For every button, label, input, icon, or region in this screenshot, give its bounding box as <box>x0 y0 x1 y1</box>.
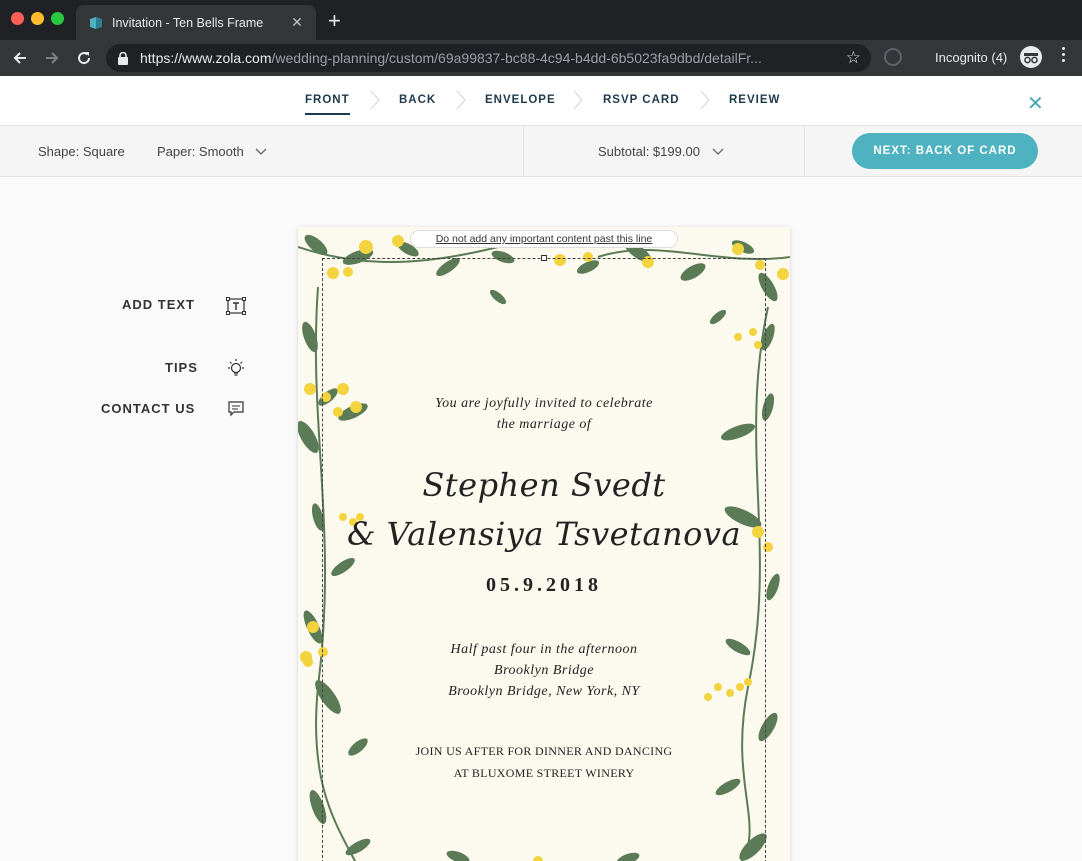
divider <box>804 126 805 177</box>
chevron-right-icon <box>456 90 466 110</box>
incognito-icon[interactable] <box>1020 46 1042 68</box>
divider <box>523 126 524 177</box>
zola-favicon-icon <box>88 15 104 31</box>
lightbulb-icon[interactable] <box>226 358 246 383</box>
next-back-of-card-button[interactable]: NEXT: BACK OF CARD <box>852 133 1038 169</box>
tips-label: TIPS <box>165 360 198 375</box>
invite-text-block[interactable]: You are joyfully invited to celebrate th… <box>298 393 790 435</box>
options-bar: Shape: Square Paper: Smooth Subtotal: $1… <box>0 126 1082 177</box>
reception-line-2: AT BLUXOME STREET WINERY <box>453 766 635 780</box>
step-envelope[interactable]: ENVELOPE <box>485 94 556 106</box>
shape-option[interactable]: Shape: Square <box>38 144 125 159</box>
step-back[interactable]: BACK <box>399 94 436 106</box>
forward-arrow-icon[interactable] <box>41 47 63 69</box>
step-review[interactable]: REVIEW <box>729 94 780 106</box>
step-navigation: FRONT BACK ENVELOPE RSVP CARD REVIEW ✕ <box>0 76 1082 126</box>
invite-line-1: You are joyfully invited to celebrate <box>435 396 653 411</box>
couple-name-1[interactable]: Stephen Svedt <box>298 466 790 504</box>
contact-us-label: CONTACT US <box>101 401 196 416</box>
couple-name-2[interactable]: & Valensiya Tsvetanova <box>298 515 790 553</box>
invite-line-2: the marriage of <box>496 417 592 432</box>
minimize-window-button[interactable] <box>31 12 44 25</box>
subtotal-dropdown[interactable]: Subtotal: $199.00 <box>598 144 724 159</box>
chat-icon[interactable] <box>227 400 245 423</box>
add-text-label: ADD TEXT <box>122 297 195 312</box>
tips-tool[interactable]: TIPS <box>165 360 198 375</box>
guide-handle[interactable] <box>541 255 547 261</box>
add-text-icon[interactable] <box>226 297 246 320</box>
chevron-down-icon <box>712 148 724 155</box>
reception-line-1: JOIN US AFTER FOR DINNER AND DANCING <box>415 744 673 758</box>
paper-dropdown[interactable]: Paper: Smooth <box>157 144 267 159</box>
incognito-label[interactable]: Incognito (4) <box>935 50 1007 65</box>
tab-close-icon[interactable]: ✕ <box>288 14 306 31</box>
paper-option-label: Paper: Smooth <box>157 144 244 159</box>
chevron-down-icon <box>255 148 267 155</box>
details-text-block[interactable]: Half past four in the afternoon Brooklyn… <box>298 639 790 702</box>
contact-us-tool[interactable]: CONTACT US <box>101 401 195 416</box>
new-tab-button[interactable]: + <box>328 8 341 34</box>
chevron-right-icon <box>573 90 583 110</box>
subtotal-label: Subtotal: $199.00 <box>598 144 700 159</box>
tab-title: Invitation - Ten Bells Frame <box>112 15 264 30</box>
reload-icon[interactable] <box>73 47 95 69</box>
location-line: Brooklyn Bridge, New York, NY <box>448 684 640 699</box>
time-line: Half past four in the afternoon <box>450 642 638 657</box>
wedding-date[interactable]: 05.9.2018 <box>298 574 790 597</box>
lock-icon <box>118 51 132 65</box>
venue-line: Brooklyn Bridge <box>494 663 594 678</box>
close-editor-icon[interactable]: ✕ <box>1027 91 1044 116</box>
browser-tab[interactable]: Invitation - Ten Bells Frame ✕ <box>76 5 316 40</box>
address-bar[interactable]: https://www.zola.com/wedding-planning/cu… <box>106 44 871 72</box>
maximize-window-button[interactable] <box>51 12 64 25</box>
back-arrow-icon[interactable] <box>9 47 31 69</box>
bookmark-star-icon[interactable]: ☆ <box>846 48 861 68</box>
reception-text-block[interactable]: JOIN US AFTER FOR DINNER AND DANCING AT … <box>298 740 790 784</box>
add-text-tool[interactable]: ADD TEXT <box>122 297 195 312</box>
url-text: https://www.zola.com/wedding-planning/cu… <box>140 50 762 66</box>
safe-area-warning: Do not add any important content past th… <box>410 230 678 248</box>
step-rsvp-card[interactable]: RSVP CARD <box>603 94 680 106</box>
extension-icon[interactable] <box>884 48 902 66</box>
browser-titlebar: Invitation - Ten Bells Frame ✕ + <box>0 0 1082 40</box>
step-front[interactable]: FRONT <box>305 94 350 115</box>
browser-toolbar: https://www.zola.com/wedding-planning/cu… <box>0 40 1082 76</box>
close-window-button[interactable] <box>11 12 24 25</box>
chevron-right-icon <box>370 90 380 110</box>
chevron-right-icon <box>700 90 710 110</box>
browser-menu-icon[interactable] <box>1062 47 1065 62</box>
